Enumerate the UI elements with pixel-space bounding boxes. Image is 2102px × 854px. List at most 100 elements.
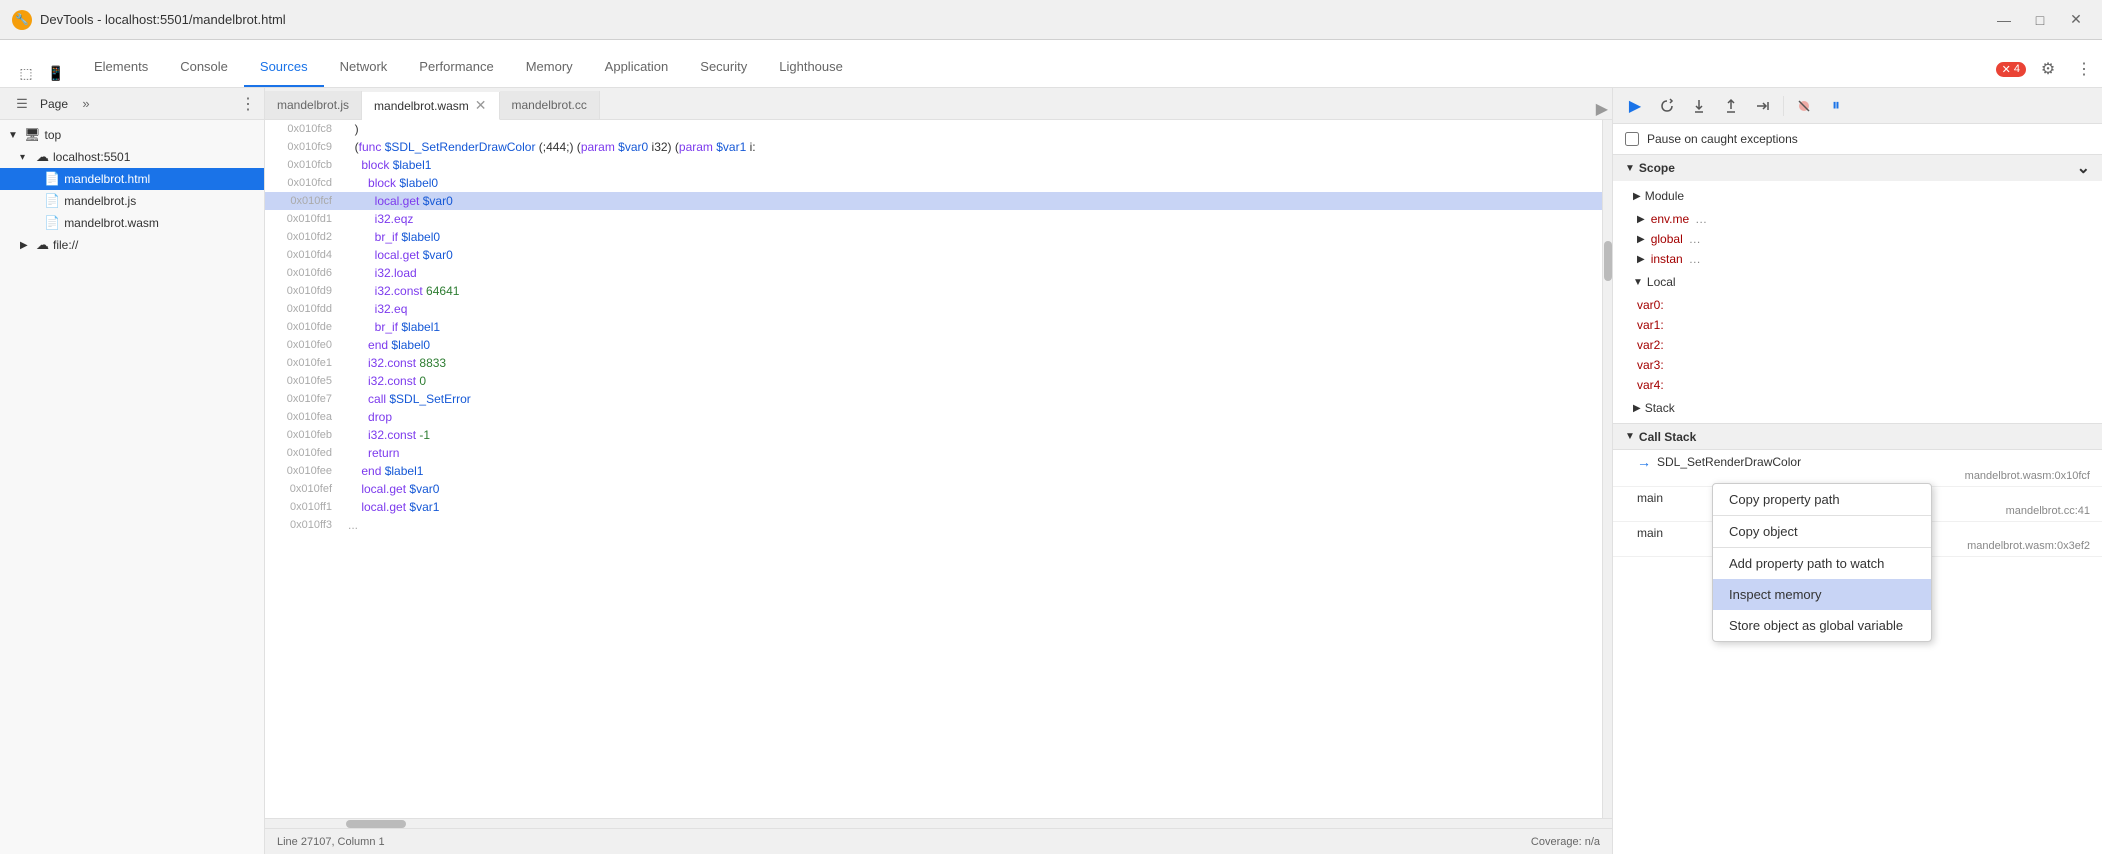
tab-network[interactable]: Network bbox=[324, 47, 404, 87]
tab-sources[interactable]: Sources bbox=[244, 47, 324, 87]
pause-on-exceptions-checkbox[interactable] bbox=[1625, 132, 1639, 146]
tab-console[interactable]: Console bbox=[164, 47, 244, 87]
callstack-item-1[interactable]: → SDL_SetRenderDrawColor mandelbrot.wasm… bbox=[1613, 450, 2102, 487]
editor-tab-mandelbrot-js[interactable]: mandelbrot.js bbox=[265, 91, 362, 119]
tree-item-mandelbrot-js[interactable]: 📄 mandelbrot.js bbox=[0, 190, 264, 212]
more-options-button[interactable]: ⋮ bbox=[2070, 55, 2098, 83]
code-line-11: 0x010fdd i32.eq bbox=[265, 300, 1602, 318]
code-line-3: 0x010fcb block $label1 bbox=[265, 156, 1602, 174]
tree-item-mandelbrot-wasm[interactable]: 📄 mandelbrot.wasm bbox=[0, 212, 264, 234]
code-line-14: 0x010fe1 i32.const 8833 bbox=[265, 354, 1602, 372]
context-menu: Copy property path Copy object Add prope… bbox=[1712, 483, 1932, 642]
sidebar-toggle-button[interactable]: ☰ bbox=[8, 90, 36, 118]
env-expand-arrow[interactable]: ▶ bbox=[1637, 214, 1645, 225]
module-item-global[interactable]: ▶ global … bbox=[1613, 229, 2102, 249]
context-store-global[interactable]: Store object as global variable bbox=[1713, 610, 1931, 641]
module-header[interactable]: ▶ Module bbox=[1613, 183, 2102, 209]
error-badge[interactable]: ✕ 4 bbox=[1996, 62, 2026, 77]
code-hscrollbar[interactable] bbox=[265, 818, 1612, 828]
local-item-var1[interactable]: var1: bbox=[1613, 315, 2102, 335]
close-wasm-tab-button[interactable]: ✕ bbox=[475, 97, 487, 114]
local-item-var2[interactable]: var2: bbox=[1613, 335, 2102, 355]
editor-area: mandelbrot.js mandelbrot.wasm ✕ mandelbr… bbox=[265, 88, 1612, 854]
scope-collapse-arrow: ▼ bbox=[1625, 163, 1635, 174]
scope-title: Scope bbox=[1639, 161, 1675, 175]
maximize-button[interactable]: □ bbox=[2026, 6, 2054, 34]
code-line-13: 0x010fe0 end $label0 bbox=[265, 336, 1602, 354]
context-copy-property-path[interactable]: Copy property path bbox=[1713, 484, 1931, 515]
tree-item-top[interactable]: ▼ 🖥 top bbox=[0, 124, 264, 146]
editor-status-coverage: Coverage: n/a bbox=[1531, 836, 1600, 848]
code-hscrollbar-thumb[interactable] bbox=[346, 820, 406, 828]
tab-performance[interactable]: Performance bbox=[403, 47, 509, 87]
code-line-4: 0x010fcd block $label0 bbox=[265, 174, 1602, 192]
code-wrapper: 0x010fc8 ) 0x010fc9 (func $SDL_SetRender… bbox=[265, 120, 1612, 818]
tab-memory[interactable]: Memory bbox=[510, 47, 589, 87]
right-panel: ▶ bbox=[1612, 88, 2102, 854]
file-icon-js: 📄 bbox=[44, 193, 60, 209]
inspect-element-button[interactable]: ⬚ bbox=[12, 59, 40, 87]
code-editor[interactable]: 0x010fc8 ) 0x010fc9 (func $SDL_SetRender… bbox=[265, 120, 1602, 818]
pause-on-exceptions-button[interactable]: ⏸ bbox=[1822, 92, 1850, 120]
module-arrow: ▶ bbox=[1633, 191, 1641, 202]
debug-separator bbox=[1783, 96, 1784, 116]
editor-tab-mandelbrot-cc[interactable]: mandelbrot.cc bbox=[500, 91, 600, 119]
tree-item-mandelbrot-html[interactable]: 📄 mandelbrot.html bbox=[0, 168, 264, 190]
code-line-21: 0x010fef local.get $var0 bbox=[265, 480, 1602, 498]
device-toolbar-button[interactable]: 📱 bbox=[42, 59, 70, 87]
close-button[interactable]: ✕ bbox=[2062, 6, 2090, 34]
tab-elements[interactable]: Elements bbox=[78, 47, 164, 87]
step-over-button[interactable] bbox=[1653, 92, 1681, 120]
tabbar: ⬚ 📱 Elements Console Sources Network Per… bbox=[0, 40, 2102, 88]
settings-button[interactable]: ⚙ bbox=[2034, 55, 2062, 83]
left-panel: ☰ Page » ⋮ ▼ 🖥 top ▾ ☁ localhost:5501 📄 … bbox=[0, 88, 265, 854]
global-expand-arrow[interactable]: ▶ bbox=[1637, 234, 1645, 245]
context-add-to-watch[interactable]: Add property path to watch bbox=[1713, 548, 1931, 579]
deactivate-breakpoints-button[interactable] bbox=[1790, 92, 1818, 120]
code-scrollbar-thumb[interactable] bbox=[1604, 241, 1612, 281]
file-tree: ▼ 🖥 top ▾ ☁ localhost:5501 📄 mandelbrot.… bbox=[0, 120, 264, 854]
module-item-env[interactable]: ▶ env.me … bbox=[1613, 209, 2102, 229]
step-into-button[interactable] bbox=[1685, 92, 1713, 120]
local-item-var0[interactable]: var0: bbox=[1613, 295, 2102, 315]
left-panel-title: Page bbox=[40, 97, 68, 111]
editor-statusbar: Line 27107, Column 1 Coverage: n/a bbox=[265, 828, 1612, 854]
env-more: … bbox=[1695, 212, 1707, 226]
callstack-header[interactable]: ▼ Call Stack bbox=[1613, 424, 2102, 450]
editor-tab-mandelbrot-wasm[interactable]: mandelbrot.wasm ✕ bbox=[362, 92, 499, 120]
step-button[interactable] bbox=[1749, 92, 1777, 120]
tree-item-localhost[interactable]: ▾ ☁ localhost:5501 bbox=[0, 146, 264, 168]
local-item-var3[interactable]: var3: bbox=[1613, 355, 2102, 375]
scope-header[interactable]: ▼ Scope ⌄ bbox=[1613, 155, 2102, 181]
module-items: ▶ env.me … ▶ global … ▶ instan … bbox=[1613, 209, 2102, 269]
stack-title: Stack bbox=[1645, 401, 1675, 415]
resume-button[interactable]: ▶ bbox=[1621, 92, 1649, 120]
code-line-9: 0x010fd6 i32.load bbox=[265, 264, 1602, 282]
tab-application[interactable]: Application bbox=[589, 47, 685, 87]
minimize-button[interactable]: — bbox=[1990, 6, 2018, 34]
local-item-var4[interactable]: var4: bbox=[1613, 375, 2102, 395]
tab-lighthouse[interactable]: Lighthouse bbox=[763, 47, 859, 87]
code-scrollbar[interactable] bbox=[1602, 120, 1612, 818]
left-panel-header: ☰ Page » ⋮ bbox=[0, 88, 264, 120]
more-tabs-button[interactable]: » bbox=[72, 90, 100, 118]
module-item-instan[interactable]: ▶ instan … bbox=[1613, 249, 2102, 269]
callstack-title: Call Stack bbox=[1639, 430, 1696, 444]
instan-expand-arrow[interactable]: ▶ bbox=[1637, 254, 1645, 265]
play-button[interactable]: ▶ bbox=[1596, 99, 1608, 119]
stack-header[interactable]: ▶ Stack bbox=[1613, 395, 2102, 421]
context-inspect-memory[interactable]: Inspect memory bbox=[1713, 579, 1931, 610]
context-copy-object[interactable]: Copy object bbox=[1713, 516, 1931, 547]
scope-section: ▼ Scope ⌄ ▶ Module ▶ env.me … ▶ bbox=[1613, 155, 2102, 424]
callstack-item-1-file: mandelbrot.wasm:0x10fcf bbox=[1637, 470, 2090, 482]
tab-security[interactable]: Security bbox=[684, 47, 763, 87]
left-panel-more-button[interactable]: ⋮ bbox=[240, 94, 256, 114]
code-lines: 0x010fc8 ) 0x010fc9 (func $SDL_SetRender… bbox=[265, 120, 1602, 534]
code-line-22: 0x010ff1 local.get $var1 bbox=[265, 498, 1602, 516]
local-header[interactable]: ▼ Local bbox=[1613, 269, 2102, 295]
step-out-button[interactable] bbox=[1717, 92, 1745, 120]
scope-expand-all-button[interactable]: ⌄ bbox=[2077, 158, 2090, 178]
pause-on-exceptions-label[interactable]: Pause on caught exceptions bbox=[1647, 132, 1798, 146]
code-line-12: 0x010fde br_if $label1 bbox=[265, 318, 1602, 336]
tree-item-file[interactable]: ▶ ☁ file:// bbox=[0, 234, 264, 256]
